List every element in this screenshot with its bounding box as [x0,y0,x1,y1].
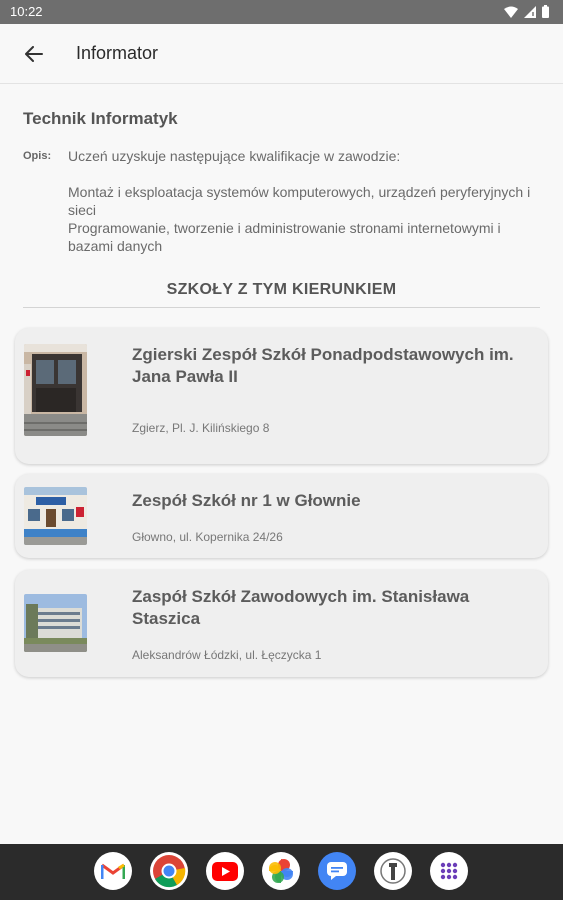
description-label: Opis: [23,150,52,162]
course-title: Technik Informatyk [23,109,178,128]
school-card[interactable]: Zaspół Szkół Zawodowych im. Stanisława S… [15,570,548,677]
page-title: Informator [76,43,159,63]
files-icon[interactable] [374,852,412,890]
battery-icon [542,5,549,18]
app-drawer-icon[interactable] [430,852,468,890]
back-button[interactable] [20,41,48,67]
school-address: Zgierz, Pl. J. Kilińskiego 8 [132,421,270,435]
school-address: Głowno, ul. Kopernika 24/26 [132,530,283,544]
description-text: Uczeń uzyskuje następujące kwalifikacje … [68,148,531,254]
arrow-back-icon [25,46,43,62]
school-name: Zaspół Szkół Zawodowych im. Stanisława S… [132,587,470,628]
chrome-icon[interactable] [150,852,188,890]
school-card[interactable]: Zespół Szkół nr 1 w Głownie Głowno, ul. … [15,474,548,558]
school-name: Zgierski Zespół Szkół Ponadpodstawowych … [132,345,514,386]
signal-icon [524,5,536,18]
school-name: Zespół Szkół nr 1 w Głownie [132,491,361,510]
school-photo [24,487,87,545]
school-address: Aleksandrów Łódzki, ul. Łęczycka 1 [132,648,322,662]
school-card[interactable]: Zgierski Zespół Szkół Ponadpodstawowych … [15,328,548,464]
school-photo [24,344,87,436]
app-bar: Informator [0,24,563,84]
status-time: 10:22 [10,4,43,19]
status-bar: 10:22 [0,0,563,24]
youtube-icon[interactable] [206,852,244,890]
messages-icon[interactable] [318,852,356,890]
wifi-icon [504,6,518,18]
school-photo [24,594,87,652]
status-icons [504,5,549,18]
navigation-bar [0,844,563,900]
schools-section-header: SZKOŁY Z TYM KIERUNKIEM [23,281,540,308]
photos-icon[interactable] [262,852,300,890]
gmail-icon[interactable] [94,852,132,890]
